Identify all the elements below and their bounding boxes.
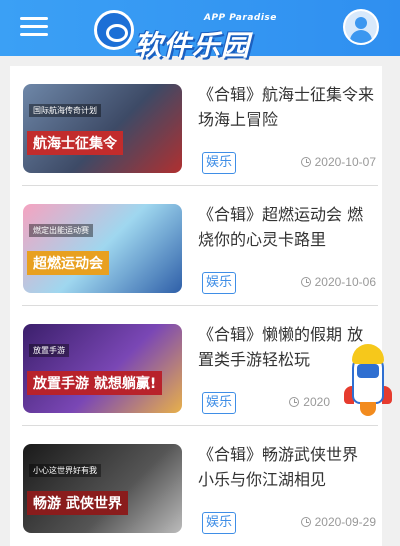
thumbnail-tagline: 国际航海传奇计划: [29, 104, 101, 117]
article-title[interactable]: 《合辑》畅游武侠世界 小乐与你江湖相见: [198, 442, 376, 492]
article-list: 国际航海传奇计划 航海士征集令 《合辑》航海士征集令来场海上冒险 娱乐 2020…: [10, 66, 382, 546]
article-thumbnail[interactable]: 放置手游 放置手游 就想躺赢!: [23, 324, 182, 413]
category-tag[interactable]: 娱乐: [202, 392, 237, 414]
article-item[interactable]: 国际航海传奇计划 航海士征集令 《合辑》航海士征集令来场海上冒险 娱乐 2020…: [22, 66, 378, 186]
thumbnail-caption: 畅游 武侠世界: [27, 491, 128, 515]
thumbnail-caption: 航海士征集令: [27, 131, 123, 155]
article-date: 2020: [289, 393, 330, 411]
clock-icon: [289, 397, 300, 407]
article-item[interactable]: 放置手游 放置手游 就想躺赢! 《合辑》懒懒的假期 放置类手游轻松玩 娱乐 20…: [22, 306, 378, 426]
clock-icon: [300, 277, 311, 287]
article-date: 2020-10-07: [300, 153, 376, 171]
menu-icon[interactable]: [20, 15, 48, 37]
category-tag[interactable]: 娱乐: [202, 272, 237, 294]
article-title[interactable]: 《合辑》航海士征集令来场海上冒险: [198, 82, 376, 132]
date-text: 2020: [303, 395, 330, 409]
logo-badge-icon: [94, 10, 134, 50]
article-item[interactable]: 小心这世界好有我 畅游 武侠世界 《合辑》畅游武侠世界 小乐与你江湖相见 娱乐 …: [22, 426, 378, 546]
logo-title: 软件乐园: [134, 29, 251, 62]
article-date: 2020-09-29: [300, 513, 376, 531]
thumbnail-tagline: 放置手游: [29, 344, 69, 357]
user-avatar-icon[interactable]: [343, 9, 379, 45]
back-to-top-rocket-icon[interactable]: [338, 340, 396, 418]
date-text: 2020-10-07: [314, 155, 376, 169]
date-text: 2020-09-29: [314, 515, 376, 529]
article-thumbnail[interactable]: 小心这世界好有我 畅游 武侠世界: [23, 444, 182, 533]
logo-subtitle: APP Paradise: [204, 13, 277, 23]
article-thumbnail[interactable]: 国际航海传奇计划 航海士征集令: [23, 84, 182, 173]
clock-icon: [300, 157, 311, 167]
thumbnail-tagline: 小心这世界好有我: [29, 464, 101, 477]
site-logo[interactable]: APP Paradise 软件乐园: [86, 4, 296, 62]
article-title[interactable]: 《合辑》超燃运动会 燃烧你的心灵卡路里: [198, 202, 376, 252]
article-thumbnail[interactable]: 燃定出能运动赛 超燃运动会: [23, 204, 182, 293]
app-header: APP Paradise 软件乐园: [0, 0, 400, 62]
article-item[interactable]: 燃定出能运动赛 超燃运动会 《合辑》超燃运动会 燃烧你的心灵卡路里 娱乐 202…: [22, 186, 378, 306]
clock-icon: [300, 517, 311, 527]
thumbnail-tagline: 燃定出能运动赛: [29, 224, 93, 237]
article-date: 2020-10-06: [300, 273, 376, 291]
thumbnail-caption: 放置手游 就想躺赢!: [27, 371, 163, 395]
category-tag[interactable]: 娱乐: [202, 152, 237, 174]
thumbnail-caption: 超燃运动会: [27, 251, 109, 275]
category-tag[interactable]: 娱乐: [202, 512, 237, 534]
date-text: 2020-10-06: [314, 275, 376, 289]
